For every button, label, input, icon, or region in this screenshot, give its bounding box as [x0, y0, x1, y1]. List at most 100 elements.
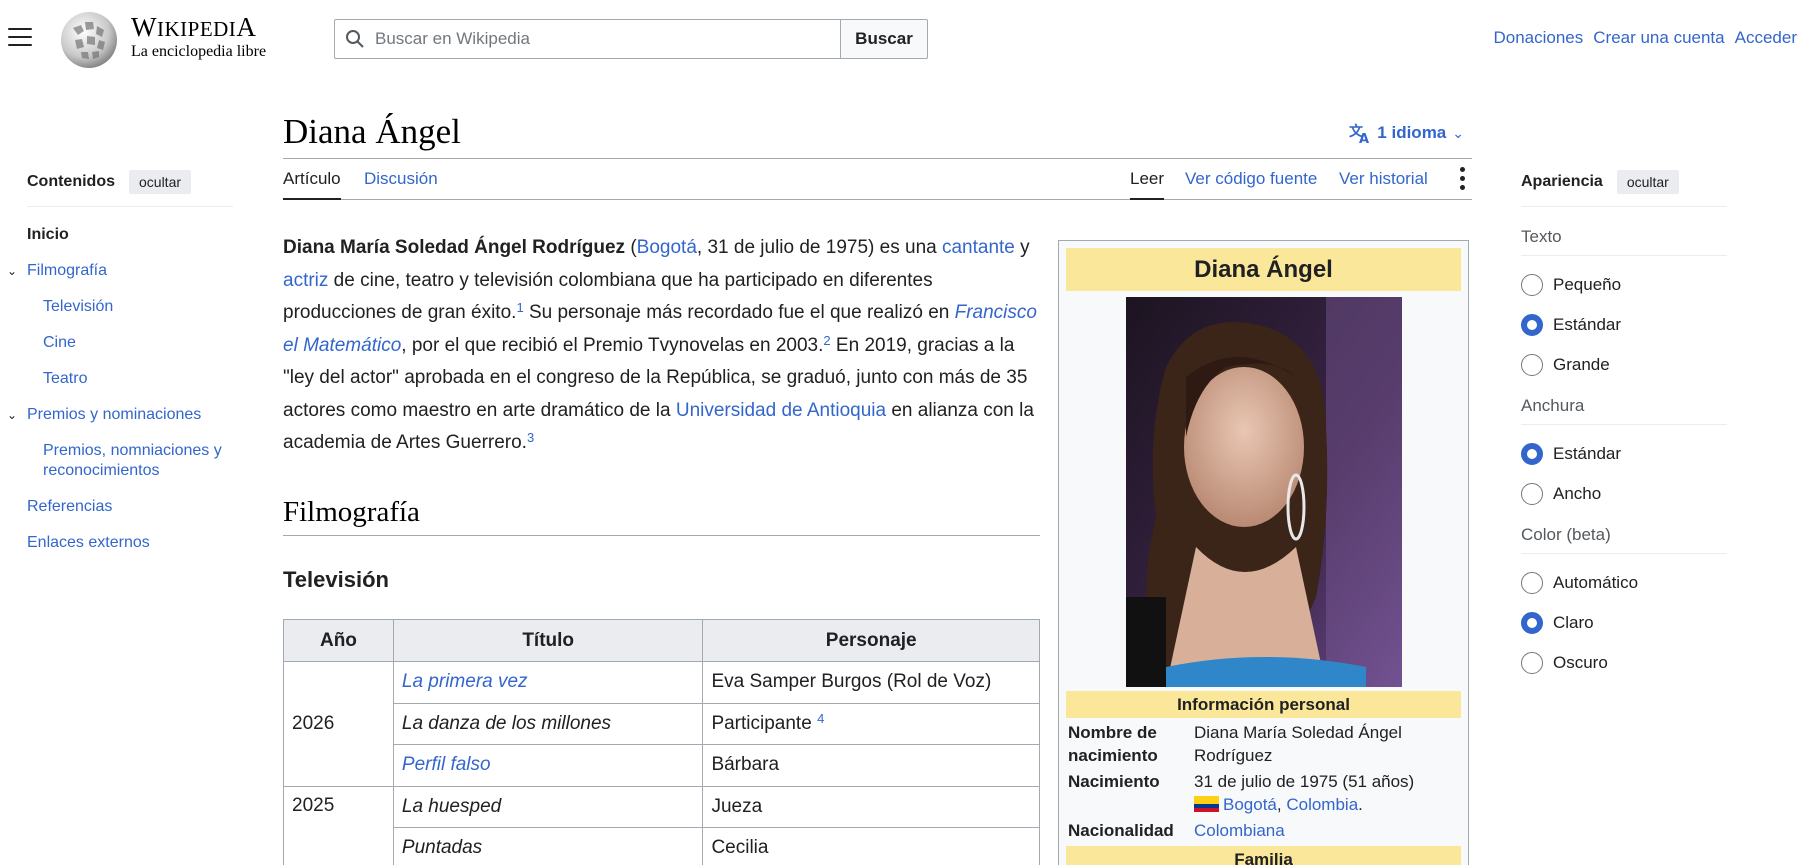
appearance-group-label: Texto — [1521, 227, 1727, 256]
appearance-radio-option[interactable]: Oscuro — [1521, 652, 1727, 674]
tab-view-source[interactable]: Ver código fuente — [1185, 169, 1317, 189]
radio-label: Grande — [1553, 355, 1610, 374]
year-cell: 2026 — [283, 661, 394, 787]
appearance-radio-option[interactable]: Pequeño — [1521, 274, 1727, 296]
radio-selected-icon[interactable] — [1521, 612, 1543, 634]
wikipedia-wordmark[interactable]: WIKIPEDIA — [131, 12, 256, 43]
title-cell: Puntadas — [392, 827, 704, 865]
radio-unselected-icon[interactable] — [1521, 652, 1543, 674]
tab-discussion[interactable]: Discusión — [364, 169, 438, 189]
radio-unselected-icon[interactable] — [1521, 274, 1543, 296]
radio-label: Pequeño — [1553, 275, 1622, 294]
link-nationality[interactable]: Colombiana — [1194, 821, 1285, 840]
radio-selected-icon[interactable] — [1521, 314, 1543, 336]
chevron-down-icon[interactable]: ⌄ — [7, 405, 17, 425]
login-link[interactable]: Acceder — [1735, 28, 1797, 48]
link-bogota-infobox[interactable]: Bogotá — [1223, 795, 1277, 814]
reference-3[interactable]: 3 — [527, 430, 534, 445]
column-header: Año — [283, 619, 394, 662]
title-link[interactable]: La primera vez — [402, 671, 528, 692]
user-links: Donaciones Crear una cuenta Acceder — [1493, 28, 1797, 48]
tab-article[interactable]: Artículo — [283, 169, 341, 200]
table-row: 2025 La huesped Jueza — [283, 785, 1040, 865]
appearance-radio-option[interactable]: Claro — [1521, 612, 1727, 634]
link-cantante[interactable]: cantante — [942, 237, 1015, 258]
toc-item-inicio[interactable]: Inicio — [27, 225, 233, 245]
link-colombia[interactable]: Colombia — [1286, 795, 1358, 814]
table-row: La danza de los millones Participante 4 — [284, 702, 1040, 745]
infobox-row-nationality: Nacionalidad Colombiana — [1068, 821, 1285, 840]
infobox-row-birth-name: Nombre de nacimiento Diana María Soledad… — [1068, 723, 1402, 765]
link-actriz[interactable]: actriz — [283, 270, 328, 291]
colombia-flag-icon — [1194, 796, 1219, 812]
radio-unselected-icon[interactable] — [1521, 572, 1543, 594]
infobox-row-birth: Nacimiento 31 de julio de 1975 (51 años)… — [1068, 772, 1415, 814]
radio-unselected-icon[interactable] — [1521, 354, 1543, 376]
translate-icon: 文A — [1349, 123, 1369, 144]
radio-label: Ancho — [1553, 484, 1602, 503]
appearance-title: Apariencia — [1521, 173, 1603, 190]
radio-selected-icon[interactable] — [1521, 443, 1543, 465]
appearance-radio-option[interactable]: Ancho — [1521, 483, 1727, 505]
appearance-hide-button[interactable]: ocultar — [1616, 170, 1679, 194]
more-options-icon[interactable] — [1460, 167, 1466, 193]
role-cell: Cecilia — [702, 827, 1040, 865]
infobox-section-family: Familia — [1066, 846, 1461, 865]
radio-label: Claro — [1553, 613, 1594, 632]
table-row: Perfil falso Bárbara — [284, 744, 1040, 787]
toc-item-filmografia[interactable]: ⌄ Filmografía — [7, 261, 233, 281]
search-input[interactable] — [375, 29, 815, 49]
toc-item-teatro[interactable]: Teatro — [27, 369, 233, 389]
infobox: Diana Ángel Información personal Nombre … — [1058, 240, 1469, 865]
appearance-radio-option[interactable]: Estándar — [1521, 443, 1727, 465]
radio-unselected-icon[interactable] — [1521, 483, 1543, 505]
toc-item-television[interactable]: Televisión — [27, 297, 233, 317]
page-tabs: Artículo Discusión Leer Ver código fuent… — [283, 159, 1472, 200]
page-title: Diana Ángel 文A 1 idioma ⌄ — [283, 112, 1472, 159]
radio-label: Oscuro — [1553, 653, 1608, 672]
link-bogota[interactable]: Bogotá — [637, 237, 697, 258]
chevron-down-icon[interactable]: ⌄ — [7, 261, 17, 281]
title-link[interactable]: Perfil falso — [402, 754, 491, 775]
create-account-link[interactable]: Crear una cuenta — [1593, 28, 1724, 48]
tab-view-history[interactable]: Ver historial — [1339, 169, 1428, 189]
toc-item-cine[interactable]: Cine — [27, 333, 233, 353]
toc-item-enlaces[interactable]: Enlaces externos — [27, 533, 233, 553]
intro-paragraph: Diana María Soledad Ángel Rodríguez (Bog… — [283, 237, 1037, 453]
tab-read[interactable]: Leer — [1130, 169, 1165, 200]
television-table: Año Título Personaje 2026 La primera vez… — [283, 619, 1040, 865]
radio-label: Estándar — [1553, 444, 1622, 463]
wikipedia-globe-icon[interactable] — [59, 10, 119, 70]
radio-label: Automático — [1553, 573, 1639, 592]
search-box[interactable] — [334, 19, 841, 59]
appearance-radio-option[interactable]: Grande — [1521, 354, 1727, 376]
subsection-heading-television: Televisión — [283, 567, 389, 592]
donations-link[interactable]: Donaciones — [1493, 28, 1583, 48]
radio-label: Estándar — [1553, 315, 1622, 334]
toc-item-premios-reconocimientos[interactable]: Premios, nomniaciones y reconocimientos — [27, 441, 233, 481]
appearance-radio-option[interactable]: Estándar — [1521, 314, 1727, 336]
language-button[interactable]: 文A 1 idioma ⌄ — [1349, 122, 1464, 144]
main-menu-icon[interactable] — [8, 28, 32, 48]
appearance-group-label: Anchura — [1521, 396, 1727, 425]
wikipedia-tagline: La enciclopedia libre — [131, 43, 267, 60]
infobox-title: Diana Ángel — [1066, 248, 1461, 291]
portrait-photo[interactable] — [1125, 297, 1402, 687]
toc-item-referencias[interactable]: Referencias — [27, 497, 233, 517]
reference-4[interactable]: 4 — [817, 711, 824, 726]
link-udea[interactable]: Universidad de Antioquia — [676, 400, 886, 421]
toc-hide-button[interactable]: ocultar — [129, 170, 192, 194]
reference-1[interactable]: 1 — [516, 300, 523, 315]
section-heading-filmografia: Filmografía — [283, 496, 1040, 536]
search-button[interactable]: Buscar — [840, 19, 928, 59]
title-cell: La huesped — [392, 785, 704, 828]
role-cell: Eva Samper Burgos (Rol de Voz) — [702, 661, 1040, 704]
appearance-radio-option[interactable]: Automático — [1521, 572, 1727, 594]
title-cell: La danza de los millones — [392, 702, 704, 745]
year-cell: 2025 — [283, 785, 394, 865]
table-row: Puntadas Cecilia — [284, 827, 1040, 865]
toc-item-premios[interactable]: ⌄ Premios y nominaciones — [7, 405, 233, 425]
article-main: Diana Ángel 文A 1 idioma ⌄ Artículo Discu… — [283, 112, 1472, 865]
role-cell: Jueza — [702, 785, 1040, 828]
reference-2[interactable]: 2 — [823, 333, 830, 348]
